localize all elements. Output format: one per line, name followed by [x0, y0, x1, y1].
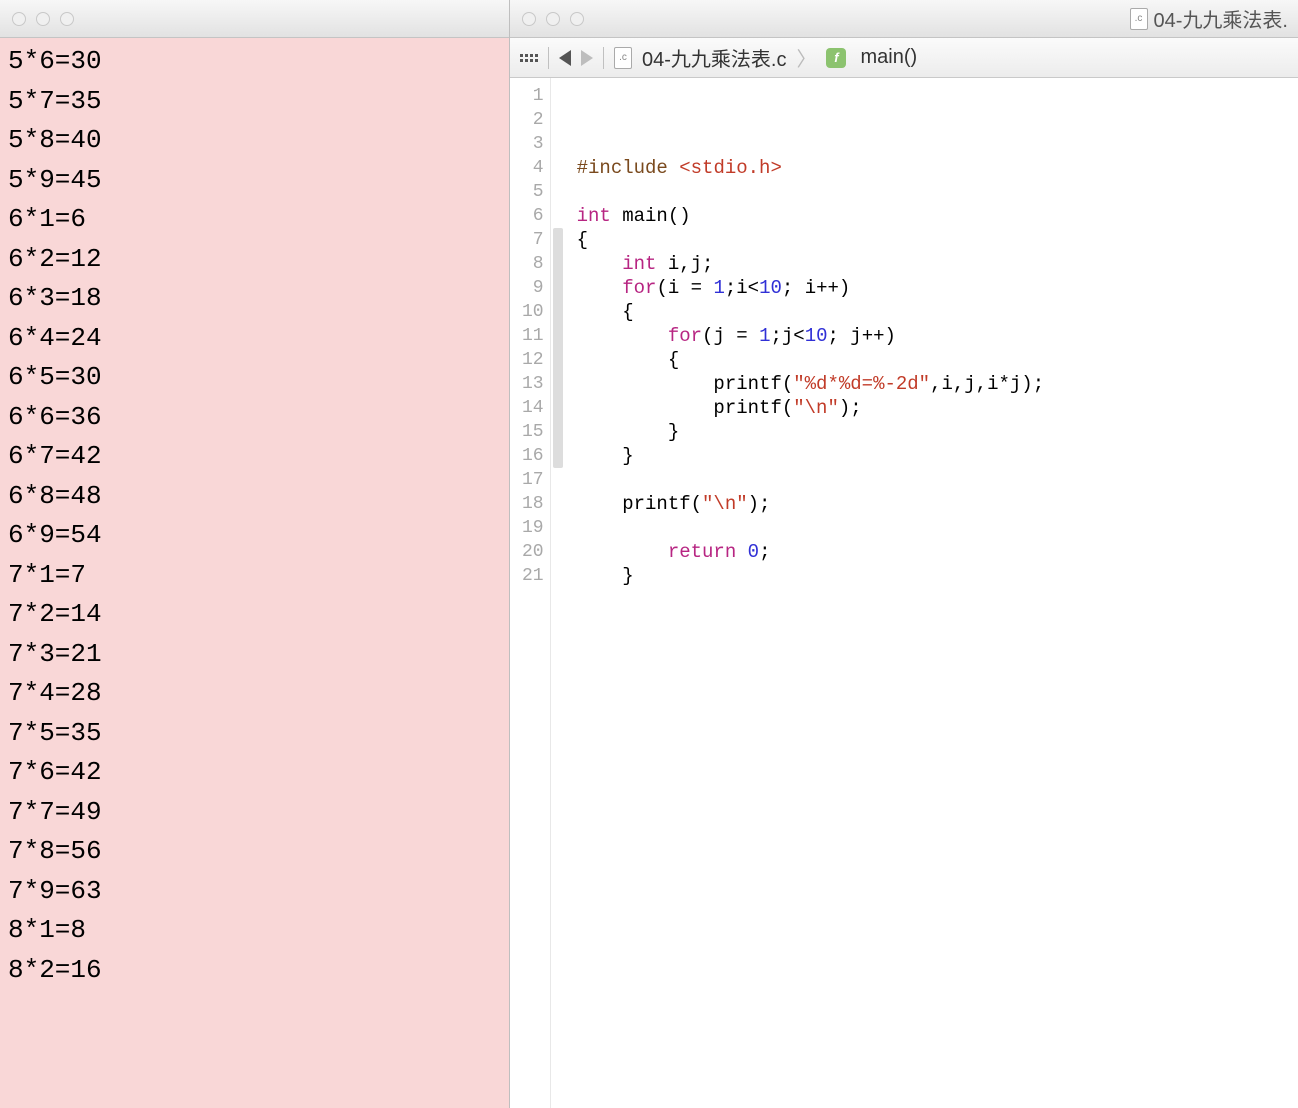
terminal-line: 8*2=16: [8, 951, 501, 991]
function-icon: f: [826, 48, 846, 68]
code-line: for(j = 1;j<10; j++): [577, 324, 1290, 348]
line-number[interactable]: 11: [522, 324, 544, 348]
line-number[interactable]: 17: [522, 468, 544, 492]
code-line: printf("\n");: [577, 396, 1290, 420]
editor-titlebar[interactable]: .c 04-九九乘法表.: [510, 0, 1298, 38]
code-line: [577, 84, 1290, 108]
line-number[interactable]: 6: [522, 204, 544, 228]
editor-window: .c 04-九九乘法表. .c 04-九九乘法表.c 〉 f main() 12…: [510, 0, 1298, 1108]
terminal-line: 7*8=56: [8, 832, 501, 872]
breadcrumb-function[interactable]: main(): [860, 46, 917, 69]
line-number-gutter[interactable]: 123456789101112131415161718192021: [510, 78, 551, 1108]
code-line: int i,j;: [577, 252, 1290, 276]
terminal-line: 6*4=24: [8, 319, 501, 359]
terminal-line: 7*4=28: [8, 674, 501, 714]
line-number[interactable]: 12: [522, 348, 544, 372]
divider: [548, 47, 549, 69]
code-line: {: [577, 348, 1290, 372]
line-number[interactable]: 8: [522, 252, 544, 276]
line-number[interactable]: 1: [522, 84, 544, 108]
line-number[interactable]: 4: [522, 156, 544, 180]
terminal-line: 6*6=36: [8, 398, 501, 438]
divider: [603, 47, 604, 69]
terminal-line: 7*1=7: [8, 556, 501, 596]
code-line: {: [577, 228, 1290, 252]
breadcrumb-bar: .c 04-九九乘法表.c 〉 f main(): [510, 38, 1298, 78]
code-line: return 0;: [577, 540, 1290, 564]
minimize-icon[interactable]: [36, 12, 50, 26]
related-items-icon[interactable]: [520, 54, 538, 62]
terminal-line: 6*8=48: [8, 477, 501, 517]
code-line: for(i = 1;i<10; i++): [577, 276, 1290, 300]
terminal-line: 5*8=40: [8, 121, 501, 161]
line-number[interactable]: 14: [522, 396, 544, 420]
terminal-line: 6*1=6: [8, 200, 501, 240]
zoom-icon[interactable]: [570, 12, 584, 26]
line-number[interactable]: 21: [522, 564, 544, 588]
code-line: [577, 132, 1290, 156]
terminal-titlebar[interactable]: [0, 0, 509, 38]
code-line: [577, 108, 1290, 132]
code-line: printf("%d*%d=%-2d",i,j,i*j);: [577, 372, 1290, 396]
line-number[interactable]: 9: [522, 276, 544, 300]
window-title-text: 04-九九乘法表.: [1154, 4, 1288, 33]
fold-ribbon[interactable]: [551, 78, 565, 1108]
zoom-icon[interactable]: [60, 12, 74, 26]
line-number[interactable]: 18: [522, 492, 544, 516]
terminal-line: 6*7=42: [8, 437, 501, 477]
breadcrumb-file[interactable]: 04-九九乘法表.c: [642, 43, 786, 72]
terminal-line: 7*5=35: [8, 714, 501, 754]
line-number[interactable]: 5: [522, 180, 544, 204]
code-line: [577, 468, 1290, 492]
c-file-icon: .c: [1130, 8, 1148, 30]
terminal-line: 7*2=14: [8, 595, 501, 635]
code-editor[interactable]: 123456789101112131415161718192021 #inclu…: [510, 78, 1298, 1108]
nav-forward-icon[interactable]: [581, 50, 593, 66]
code-line: #include <stdio.h>: [577, 156, 1290, 180]
terminal-line: 5*7=35: [8, 82, 501, 122]
close-icon[interactable]: [522, 12, 536, 26]
nav-back-icon[interactable]: [559, 50, 571, 66]
terminal-line: 6*5=30: [8, 358, 501, 398]
code-line: [577, 516, 1290, 540]
terminal-output[interactable]: 5*6=305*7=355*8=405*9=456*1=66*2=126*3=1…: [0, 38, 509, 1108]
line-number[interactable]: 2: [522, 108, 544, 132]
line-number[interactable]: 15: [522, 420, 544, 444]
code-line: }: [577, 564, 1290, 588]
code-line: {: [577, 300, 1290, 324]
terminal-line: 7*7=49: [8, 793, 501, 833]
line-number[interactable]: 7: [522, 228, 544, 252]
terminal-line: 8*1=8: [8, 911, 501, 951]
code-line: printf("\n");: [577, 492, 1290, 516]
terminal-window: 5*6=305*7=355*8=405*9=456*1=66*2=126*3=1…: [0, 0, 510, 1108]
terminal-line: 6*2=12: [8, 240, 501, 280]
terminal-line: 6*9=54: [8, 516, 501, 556]
chevron-right-icon: 〉: [796, 43, 816, 72]
line-number[interactable]: 19: [522, 516, 544, 540]
fold-marker[interactable]: [553, 300, 563, 444]
line-number[interactable]: 10: [522, 300, 544, 324]
code-line: }: [577, 420, 1290, 444]
line-number[interactable]: 13: [522, 372, 544, 396]
terminal-line: 7*3=21: [8, 635, 501, 675]
line-number[interactable]: 16: [522, 444, 544, 468]
terminal-line: 7*6=42: [8, 753, 501, 793]
line-number[interactable]: 20: [522, 540, 544, 564]
terminal-line: 5*6=30: [8, 42, 501, 82]
minimize-icon[interactable]: [546, 12, 560, 26]
source-code[interactable]: #include <stdio.h> int main(){ int i,j; …: [565, 78, 1298, 1108]
code-line: int main(): [577, 204, 1290, 228]
c-file-icon: .c: [614, 47, 632, 69]
terminal-line: 5*9=45: [8, 161, 501, 201]
line-number[interactable]: 3: [522, 132, 544, 156]
code-line: [577, 180, 1290, 204]
code-line: }: [577, 444, 1290, 468]
terminal-line: 7*9=63: [8, 872, 501, 912]
terminal-line: 6*3=18: [8, 279, 501, 319]
close-icon[interactable]: [12, 12, 26, 26]
window-title: .c 04-九九乘法表.: [594, 4, 1298, 33]
